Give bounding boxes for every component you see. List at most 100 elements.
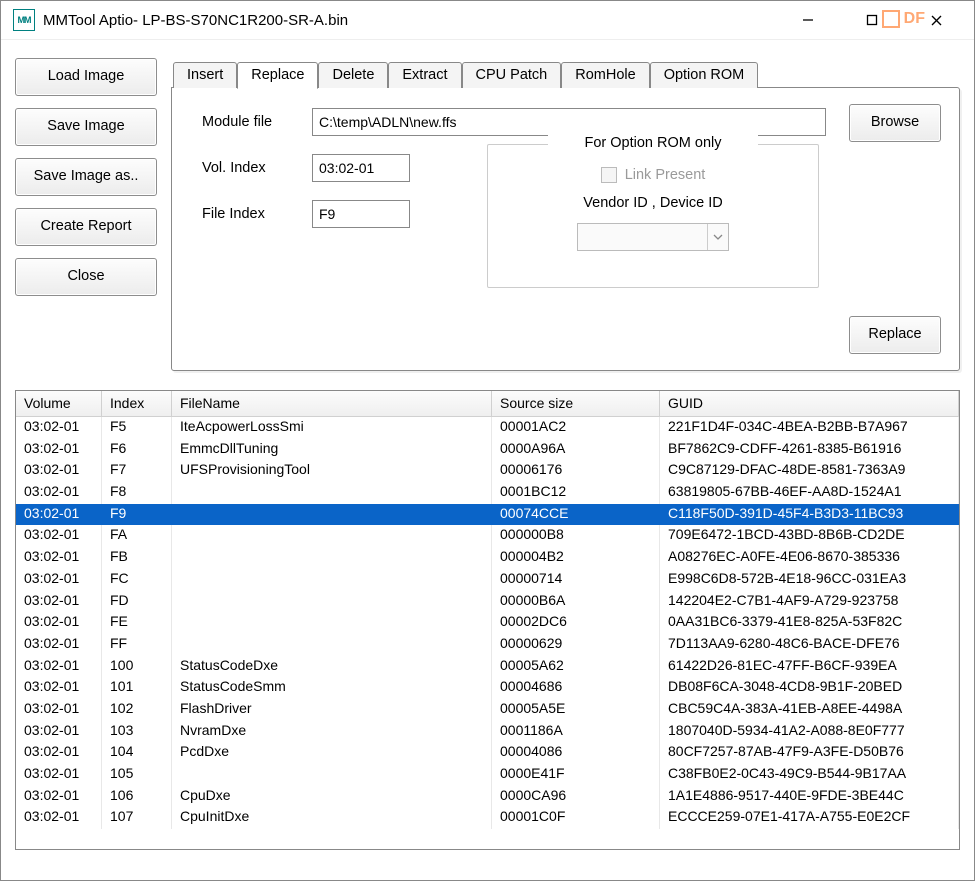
cell-index: FE — [102, 612, 172, 634]
table-row[interactable]: 03:02-01FC00000714E998C6D8-572B-4E18-96C… — [16, 569, 959, 591]
cell-filename — [172, 569, 492, 591]
col-header-filename[interactable]: FileName — [172, 391, 492, 417]
cell-volume: 03:02-01 — [16, 764, 102, 786]
module-file-label: Module file — [202, 114, 298, 130]
cell-guid: ECCCE259-07E1-417A-A755-E0E2CF — [660, 807, 959, 829]
tab-rom-hole[interactable]: RomHole — [561, 62, 649, 88]
cell-volume: 03:02-01 — [16, 460, 102, 482]
table-row[interactable]: 03:02-01F900074CCEC118F50D-391D-45F4-B3D… — [16, 504, 959, 526]
module-grid[interactable]: Volume Index FileName Source size GUID 0… — [15, 390, 960, 850]
cell-volume: 03:02-01 — [16, 699, 102, 721]
cell-filename: IteAcpowerLossSmi — [172, 417, 492, 439]
cell-filename — [172, 634, 492, 656]
cell-index: F7 — [102, 460, 172, 482]
minimize-button[interactable] — [790, 6, 826, 34]
cell-index: F5 — [102, 417, 172, 439]
cell-index: 101 — [102, 677, 172, 699]
table-row[interactable]: 03:02-01FA000000B8709E6472-1BCD-43BD-8B6… — [16, 525, 959, 547]
grid-header: Volume Index FileName Source size GUID — [16, 391, 959, 417]
table-row[interactable]: 03:02-01101StatusCodeSmm00004686DB08F6CA… — [16, 677, 959, 699]
table-row[interactable]: 03:02-01F80001BC1263819805-67BB-46EF-AA8… — [16, 482, 959, 504]
cell-volume: 03:02-01 — [16, 569, 102, 591]
table-row[interactable]: 03:02-011050000E41FC38FB0E2-0C43-49C9-B5… — [16, 764, 959, 786]
cell-guid: DB08F6CA-3048-4CD8-9B1F-20BED — [660, 677, 959, 699]
close-button[interactable] — [918, 6, 954, 34]
table-row[interactable]: 03:02-01100StatusCodeDxe00005A6261422D26… — [16, 656, 959, 678]
cell-size: 00005A62 — [492, 656, 660, 678]
cell-index: 106 — [102, 786, 172, 808]
vol-index-label: Vol. Index — [202, 160, 298, 176]
cell-size: 0000CA96 — [492, 786, 660, 808]
cell-index: 102 — [102, 699, 172, 721]
load-image-button[interactable]: Load Image — [15, 58, 157, 96]
col-header-index[interactable]: Index — [102, 391, 172, 417]
cell-size: 00000629 — [492, 634, 660, 656]
cell-index: 100 — [102, 656, 172, 678]
cell-filename: NvramDxe — [172, 721, 492, 743]
table-row[interactable]: 03:02-01104PcdDxe0000408680CF7257-87AB-4… — [16, 742, 959, 764]
cell-filename: FlashDriver — [172, 699, 492, 721]
cell-guid: 80CF7257-87AB-47F9-A3FE-D50B76 — [660, 742, 959, 764]
cell-size: 00006176 — [492, 460, 660, 482]
table-row[interactable]: 03:02-01107CpuInitDxe00001C0FECCCE259-07… — [16, 807, 959, 829]
tab-option-rom[interactable]: Option ROM — [650, 62, 759, 88]
vol-index-input[interactable] — [312, 154, 410, 182]
cell-guid: CBC59C4A-383A-41EB-A8EE-4498A — [660, 699, 959, 721]
cell-filename: CpuDxe — [172, 786, 492, 808]
option-rom-group-label: For Option ROM only — [548, 135, 758, 151]
cell-guid: 7D113AA9-6280-48C6-BACE-DFE76 — [660, 634, 959, 656]
cell-filename: CpuInitDxe — [172, 807, 492, 829]
titlebar: MM MMTool Aptio- LP-BS-S70NC1R200-SR-A.b… — [1, 1, 974, 40]
browse-button[interactable]: Browse — [849, 104, 941, 142]
tab-extract[interactable]: Extract — [388, 62, 461, 88]
file-index-input[interactable] — [312, 200, 410, 228]
replace-button[interactable]: Replace — [849, 316, 941, 354]
table-row[interactable]: 03:02-01FE00002DC60AA31BC6-3379-41E8-825… — [16, 612, 959, 634]
table-row[interactable]: 03:02-01103NvramDxe0001186A1807040D-5934… — [16, 721, 959, 743]
save-image-as-button[interactable]: Save Image as.. — [15, 158, 157, 196]
save-image-button[interactable]: Save Image — [15, 108, 157, 146]
col-header-source-size[interactable]: Source size — [492, 391, 660, 417]
cell-index: FB — [102, 547, 172, 569]
cell-size: 00001C0F — [492, 807, 660, 829]
table-row[interactable]: 03:02-01FB000004B2A08276EC-A0FE-4E06-867… — [16, 547, 959, 569]
vendor-device-combo[interactable] — [577, 223, 729, 251]
cell-guid: A08276EC-A0FE-4E06-8670-385336 — [660, 547, 959, 569]
cell-size: 00000B6A — [492, 591, 660, 613]
cell-index: 105 — [102, 764, 172, 786]
cell-size: 000000B8 — [492, 525, 660, 547]
col-header-volume[interactable]: Volume — [16, 391, 102, 417]
grid-body[interactable]: 03:02-01F5IteAcpowerLossSmi00001AC2221F1… — [16, 417, 959, 849]
cell-size: 00004086 — [492, 742, 660, 764]
maximize-button[interactable] — [854, 6, 890, 34]
table-row[interactable]: 03:02-01F5IteAcpowerLossSmi00001AC2221F1… — [16, 417, 959, 439]
tab-insert[interactable]: Insert — [173, 62, 237, 88]
file-index-label: File Index — [202, 206, 298, 222]
tab-replace[interactable]: Replace — [237, 62, 318, 89]
close-button-sidebar[interactable]: Close — [15, 258, 157, 296]
tab-cpu-patch[interactable]: CPU Patch — [462, 62, 562, 88]
chevron-down-icon[interactable] — [707, 224, 728, 250]
table-row[interactable]: 03:02-01F7UFSProvisioningTool00006176C9C… — [16, 460, 959, 482]
cell-filename — [172, 612, 492, 634]
table-row[interactable]: 03:02-01102FlashDriver00005A5ECBC59C4A-3… — [16, 699, 959, 721]
sidebar: Load Image Save Image Save Image as.. Cr… — [15, 58, 157, 372]
table-row[interactable]: 03:02-01FF000006297D113AA9-6280-48C6-BAC… — [16, 634, 959, 656]
col-header-guid[interactable]: GUID — [660, 391, 959, 417]
cell-guid: E998C6D8-572B-4E18-96CC-031EA3 — [660, 569, 959, 591]
cell-filename: PcdDxe — [172, 742, 492, 764]
create-report-button[interactable]: Create Report — [15, 208, 157, 246]
table-row[interactable]: 03:02-01106CpuDxe0000CA961A1E4886-9517-4… — [16, 786, 959, 808]
cell-volume: 03:02-01 — [16, 656, 102, 678]
table-row[interactable]: 03:02-01F6EmmcDllTuning0000A96ABF7862C9-… — [16, 439, 959, 461]
cell-guid: BF7862C9-CDFF-4261-8385-B61916 — [660, 439, 959, 461]
cell-index: F8 — [102, 482, 172, 504]
table-row[interactable]: 03:02-01FD00000B6A142204E2-C7B1-4AF9-A72… — [16, 591, 959, 613]
tab-delete[interactable]: Delete — [318, 62, 388, 88]
cell-filename: EmmcDllTuning — [172, 439, 492, 461]
cell-volume: 03:02-01 — [16, 525, 102, 547]
cell-index: 107 — [102, 807, 172, 829]
module-file-input[interactable] — [312, 108, 826, 136]
window-controls — [790, 6, 966, 34]
cell-index: F9 — [102, 504, 172, 526]
